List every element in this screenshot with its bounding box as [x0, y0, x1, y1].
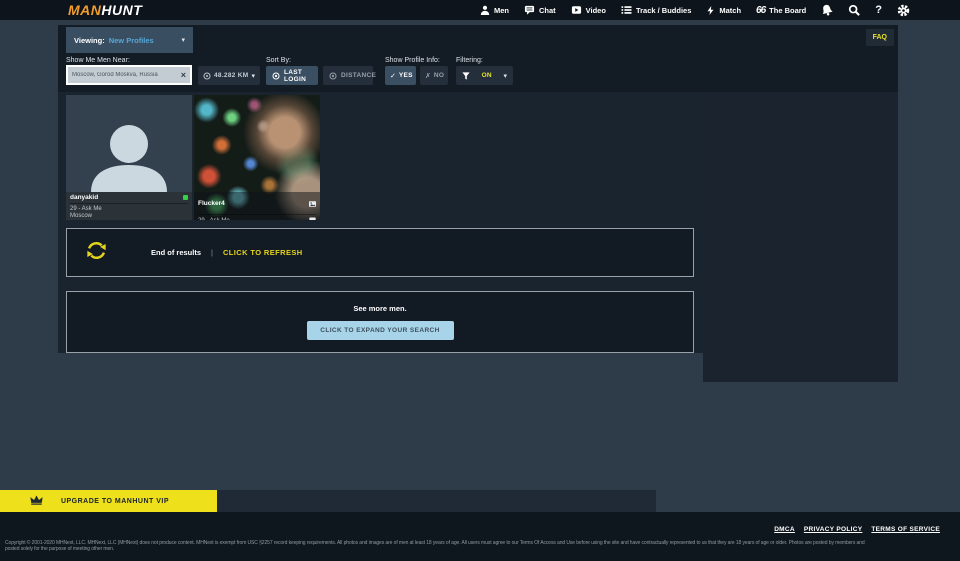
person-icon — [480, 5, 490, 15]
copyright-text: Copyright © 2001-2020 MHNext, LLC. MHNex… — [5, 540, 957, 553]
viewing-value: New Profiles — [109, 36, 182, 45]
logo-hunt-text: HUNT — [101, 2, 142, 18]
viewing-dropdown[interactable]: Viewing: New Profiles ▾ — [66, 27, 193, 53]
top-nav-items: Men Chat Video Track / Buddies Match 66 … — [480, 0, 910, 20]
copyright-line-1: Copyright © 2001-2020 MHNext, LLC. MHNex… — [5, 540, 957, 546]
chevron-down-icon: ▾ — [181, 36, 185, 44]
sort-distance-button[interactable]: DISTANCE — [323, 66, 373, 85]
profile-name: danyakid — [70, 194, 98, 201]
quote-icon: 66 — [756, 5, 765, 16]
yes-label: YES — [399, 72, 413, 79]
end-of-results-banner: End of results | CLICK TO REFRESH — [66, 228, 694, 277]
right-side-panel — [703, 92, 898, 382]
search-icon[interactable] — [848, 4, 860, 16]
nav-track-buddies[interactable]: Track / Buddies — [621, 5, 691, 15]
nav-track-buddies-label: Track / Buddies — [636, 6, 691, 15]
see-more-title: See more men. — [67, 304, 693, 313]
nav-video[interactable]: Video — [571, 5, 606, 15]
footer: DMCA PRIVACY POLICY TERMS OF SERVICE Cop… — [0, 512, 960, 561]
privacy-policy-link[interactable]: PRIVACY POLICY — [804, 526, 863, 533]
end-of-results-text: End of results — [151, 248, 201, 257]
filtering-value: ON — [482, 72, 492, 79]
radius-globe-icon — [203, 72, 211, 80]
online-status-dot — [183, 195, 188, 200]
upgrade-vip-label: UPGRADE TO MANHUNT VIP — [43, 498, 217, 505]
chat-icon — [524, 5, 535, 15]
logo-man-text: MAN — [68, 2, 101, 18]
radius-dropdown[interactable]: 48.282 KM ▾ — [198, 66, 260, 85]
see-more-panel: See more men. CLICK TO EXPAND YOUR SEARC… — [66, 291, 694, 353]
show-profile-info-label: Show Profile Info: — [385, 57, 440, 64]
nav-match[interactable]: Match — [706, 5, 741, 16]
last-login-radio-icon — [272, 72, 280, 80]
profile-name: Flucker4 — [198, 200, 225, 207]
clear-icon[interactable]: × — [181, 71, 186, 80]
terms-of-service-link[interactable]: TERMS OF SERVICE — [871, 526, 940, 533]
location-value: Moscow, Gorod Moskva, Russia — [72, 72, 181, 78]
footer-links: DMCA PRIVACY POLICY TERMS OF SERVICE — [774, 526, 940, 533]
profile-location: Moscow — [70, 213, 92, 219]
sort-distance-label: DISTANCE — [341, 72, 376, 79]
expand-search-button[interactable]: CLICK TO EXPAND YOUR SEARCH — [307, 321, 454, 340]
list-icon — [621, 5, 632, 15]
copyright-line-2: posted solely for the purpose of meeting… — [5, 546, 957, 552]
profile-card-grid: danyakid 29 - Ask Me Moscow Flucker4 29 … — [66, 95, 320, 220]
lightning-icon — [706, 5, 715, 16]
distance-radio-icon — [329, 72, 337, 80]
manhunt-app: MANHUNT Men Chat Video Track / Buddies M… — [0, 0, 960, 561]
settings-gear-icon[interactable] — [897, 4, 910, 17]
upgrade-vip-button[interactable]: UPGRADE TO MANHUNT VIP — [0, 490, 217, 512]
sort-by-label: Sort By: — [266, 57, 291, 64]
filtering-dropdown[interactable]: ON ▾ — [456, 66, 513, 85]
sort-last-login-button[interactable]: LAST LOGIN — [266, 66, 318, 85]
results-area: danyakid 29 - Ask Me Moscow Flucker4 29 … — [58, 92, 703, 353]
video-icon — [571, 5, 582, 15]
show-me-men-near-label: Show Me Men Near: — [66, 57, 130, 64]
refresh-icon[interactable] — [86, 240, 107, 266]
profile-meta: Flucker4 29 - Ask Me Moscow, Gorod Moskv… — [194, 192, 320, 220]
funnel-icon — [462, 67, 470, 85]
notifications-bell-icon[interactable] — [821, 4, 833, 16]
radius-value: 48.282 KM — [214, 72, 249, 79]
profile-card-danyakid[interactable]: danyakid 29 - Ask Me Moscow — [66, 95, 192, 220]
dmca-link[interactable]: DMCA — [774, 526, 795, 533]
chat-bubble-icon — [309, 217, 316, 221]
header-filter-panel: Viewing: New Profiles ▾ FAQ Show Me Men … — [58, 25, 898, 92]
nav-the-board[interactable]: 66 The Board — [756, 5, 806, 16]
profile-info-yes-button[interactable]: ✓ YES — [385, 66, 416, 85]
top-navigation-bar: MANHUNT Men Chat Video Track / Buddies M… — [0, 0, 960, 20]
help-glyph: ? — [875, 4, 882, 16]
sort-last-login-label: LAST LOGIN — [284, 69, 312, 83]
nav-men-label: Men — [494, 6, 509, 15]
check-icon: ✓ — [390, 72, 396, 80]
nav-video-label: Video — [586, 6, 606, 15]
manhunt-logo[interactable]: MANHUNT — [68, 0, 142, 20]
faq-link[interactable]: FAQ — [866, 29, 894, 46]
nav-chat-label: Chat — [539, 6, 556, 15]
nav-the-board-label: The Board — [769, 6, 806, 15]
chevron-down-icon: ▾ — [503, 72, 507, 80]
profile-meta: danyakid 29 - Ask Me Moscow — [66, 192, 192, 220]
click-to-refresh-link[interactable]: CLICK TO REFRESH — [223, 248, 303, 257]
photo-icon — [309, 194, 316, 212]
profile-card-flucker4[interactable]: Flucker4 29 - Ask Me Moscow, Gorod Moskv… — [194, 95, 320, 220]
filtering-label: Filtering: — [456, 57, 483, 64]
help-icon[interactable]: ? — [875, 4, 882, 16]
profile-info-no-button[interactable]: ✗ NO — [420, 66, 448, 85]
crown-icon — [30, 492, 43, 510]
nav-men[interactable]: Men — [480, 5, 509, 15]
profile-age-status: 29 - Ask Me — [198, 218, 230, 221]
location-search-input[interactable]: Moscow, Gorod Moskva, Russia × — [66, 65, 192, 85]
separator: | — [211, 248, 213, 257]
profile-age-status: 29 - Ask Me — [70, 206, 102, 212]
no-label: NO — [434, 72, 444, 79]
x-icon: ✗ — [425, 72, 431, 80]
nav-match-label: Match — [719, 6, 741, 15]
viewing-label: Viewing: — [74, 36, 105, 45]
nav-chat[interactable]: Chat — [524, 5, 556, 15]
chevron-down-icon: ▾ — [251, 72, 255, 80]
